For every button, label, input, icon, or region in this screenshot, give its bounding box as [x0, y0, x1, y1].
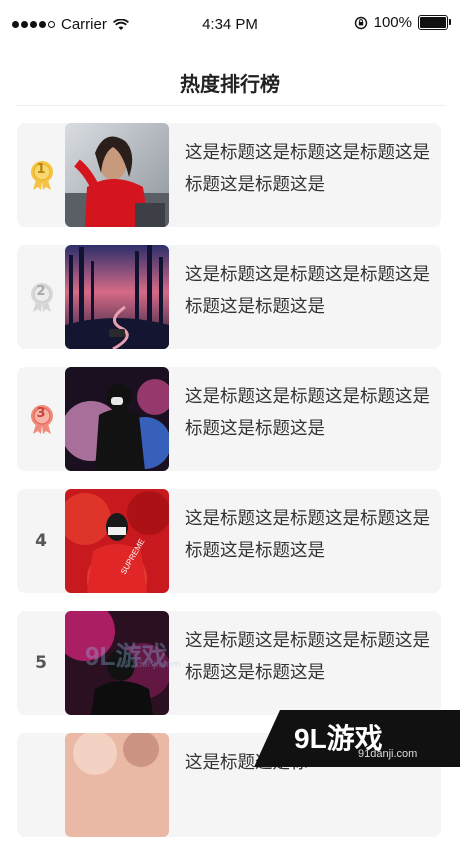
rank-column: 1: [17, 123, 65, 227]
rank-number: 1: [17, 162, 65, 177]
rank-column: 5: [17, 611, 65, 715]
rank-column: 4: [17, 489, 65, 593]
item-title: 这是标题这是标题这是标题这是标题这是标题这是: [185, 625, 431, 691]
item-title: 这是标题这是标题这是标题这是标题这是标题这是: [185, 137, 431, 203]
watermark-logo: 9L游戏 91danji.com: [85, 636, 185, 676]
thumbnail-image[interactable]: [65, 733, 169, 837]
badge-url: 91danji.com: [358, 748, 417, 760]
item-title: 这是标题这是标题这是标题这是标题这是标题这是: [185, 381, 431, 447]
nav-divider: [15, 105, 445, 106]
thumbnail-image[interactable]: [65, 245, 169, 349]
item-title: 这是标题这是标题这是标题这是标题这是标题这是: [185, 503, 431, 569]
rank-number: 3: [17, 406, 65, 421]
list-item[interactable]: 4 SUPREME 这是标题这是标题这是标题这是标题这是标题这是: [17, 489, 441, 593]
rank-column: 3: [17, 367, 65, 471]
thumbnail-image[interactable]: [65, 367, 169, 471]
thumbnail-image[interactable]: SUPREME: [65, 489, 169, 593]
rank-column: [17, 733, 65, 837]
nav-bar: 热度排行榜: [0, 48, 460, 106]
list-item[interactable]: 5 这是标题这是标题这是标题这是标题这是标题这是: [17, 611, 441, 715]
status-right: 100%: [354, 14, 448, 31]
rank-column: 2: [17, 245, 65, 349]
page-title: 热度排行榜: [0, 68, 460, 97]
list-item[interactable]: 3 这是标题这是标题这是标题这是标题这是标题这是: [17, 367, 441, 471]
watermark-url: 91danji.com: [125, 660, 180, 670]
status-bar: Carrier 4:34 PM 100%: [0, 0, 460, 48]
thumbnail-image[interactable]: [65, 123, 169, 227]
battery-percent: 100%: [374, 14, 412, 31]
rank-number: 2: [17, 284, 65, 299]
item-title: 这是标题这是标题这是标题这是标题这是标题这是: [185, 259, 431, 325]
corner-badge: 9L游戏 91danji.com: [280, 710, 460, 767]
list-item[interactable]: 2 这是标题这是标题这是标题这是标题这是标题这是: [17, 245, 441, 349]
battery-icon: [418, 15, 448, 30]
rank-number: 5: [17, 653, 65, 673]
orientation-lock-icon: [354, 16, 368, 30]
rank-number: 4: [17, 531, 65, 551]
list-item[interactable]: 1 这是标题这是标题这是标题这是标题这是标题这是: [17, 123, 441, 227]
